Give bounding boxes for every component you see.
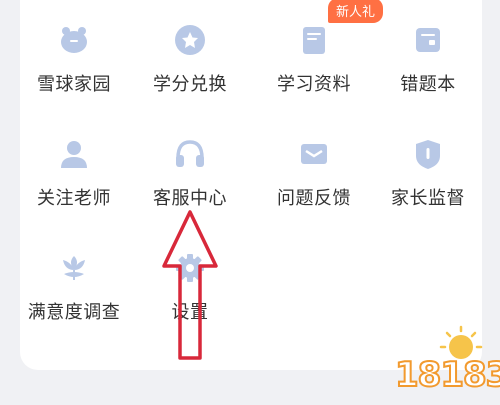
menu-item-parental-supervision[interactable]: 家长监督 [370,134,486,234]
person-icon [54,134,94,174]
menu-item-follow-teachers[interactable]: 关注老师 [16,134,132,234]
menu-item-label: 问题反馈 [277,188,351,209]
menu-item-snowball-home[interactable]: 雪球家园 [16,20,132,120]
mail-icon [294,134,334,174]
menu-item-label: 学习资料 [277,74,351,95]
watermark-text: 18183 [394,354,500,396]
menu-item-satisfaction-survey[interactable]: 满意度调查 [16,248,132,348]
menu-item-study-materials[interactable]: 新人礼 学习资料 [256,0,384,120]
menu-item-label: 家长监督 [391,188,465,209]
menu-item-credit-exchange[interactable]: 学分兑换 [132,20,248,120]
menu-item-label: 学分兑换 [153,74,227,95]
book-icon [294,20,334,60]
notebook-icon [408,20,448,60]
menu-item-label: 错题本 [400,74,456,95]
headset-icon [170,134,210,174]
star-coin-icon [170,20,210,60]
flower-icon [54,248,94,288]
piggy-bank-icon [54,20,94,60]
menu-item-label: 满意度调查 [27,302,121,323]
menu-item-label: 客服中心 [153,188,227,209]
menu-item-feedback[interactable]: 问题反馈 [256,134,372,234]
menu-item-mistake-book[interactable]: 错题本 [370,20,486,120]
annotation-arrow [162,210,218,360]
menu-item-label: 雪球家园 [37,74,111,95]
shield-icon [408,134,448,174]
menu-item-label: 关注老师 [37,188,111,209]
watermark-logo: 18183 [394,325,500,403]
